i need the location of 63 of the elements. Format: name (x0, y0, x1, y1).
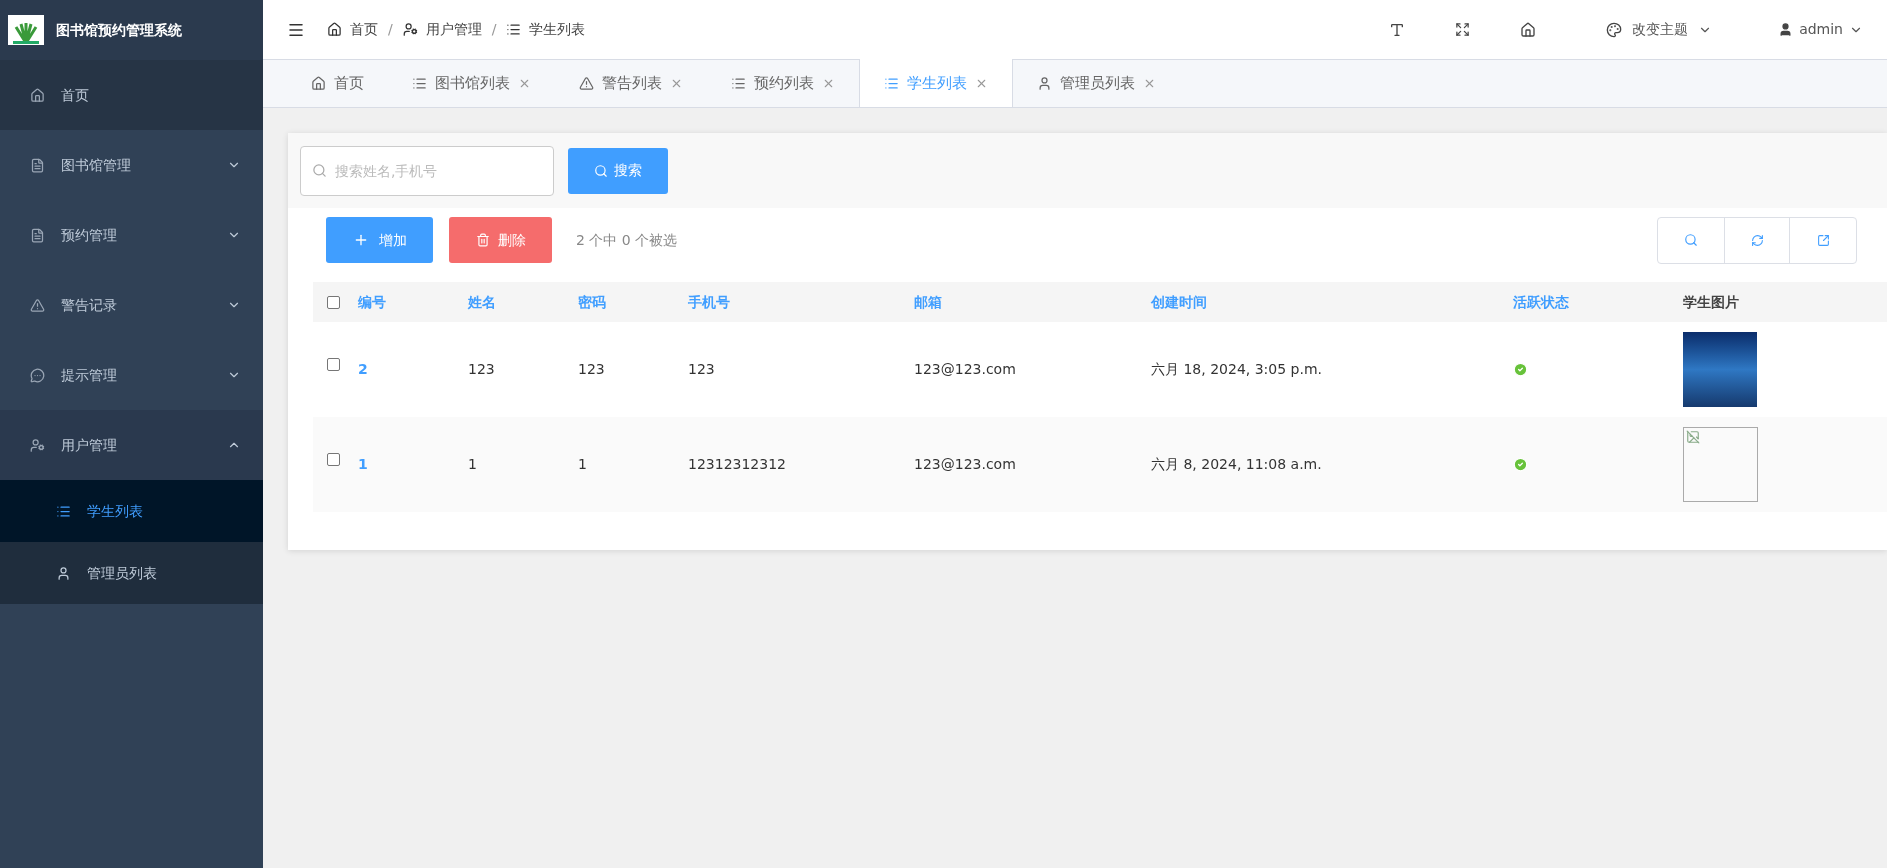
checkbox[interactable] (327, 358, 340, 371)
table-cell-text: 1 (578, 455, 588, 474)
search-icon (312, 162, 327, 178)
user-dropdown[interactable]: admin (1778, 19, 1863, 40)
sidebar-item[interactable]: 警告记录 (0, 270, 263, 340)
user-icon (56, 565, 71, 581)
table-cell-text: 六月 18, 2024, 3:05 p.m. (1151, 360, 1323, 379)
submenu-item[interactable]: 管理员列表 (0, 542, 263, 604)
breadcrumb-separator: / (491, 20, 497, 39)
breadcrumb-item: 学生列表 (506, 19, 586, 40)
tab[interactable]: 预约列表 (707, 59, 859, 107)
trash-icon (475, 233, 490, 247)
text-size-icon[interactable] (1389, 21, 1406, 38)
fullscreen-icon[interactable] (1455, 22, 1471, 37)
sidebar-item[interactable]: 用户管理 (0, 410, 263, 480)
home-icon (30, 87, 45, 103)
checkbox[interactable] (327, 295, 340, 309)
tab[interactable]: 警告列表 (555, 59, 707, 107)
sidebar-item[interactable]: 预约管理 (0, 200, 263, 270)
breadcrumb-item[interactable]: 用户管理 (402, 19, 482, 40)
breadcrumb-item[interactable]: 首页 (327, 19, 378, 40)
list-icon (731, 75, 746, 91)
home-icon[interactable] (1520, 21, 1537, 38)
table-cell-text: 123@123.com (914, 455, 1017, 474)
list-icon (412, 75, 427, 91)
delete-button[interactable]: 删除 (449, 217, 552, 263)
chat-icon (30, 367, 45, 383)
table-cell-text: 六月 8, 2024, 11:08 a.m. (1151, 455, 1323, 474)
theme-dropdown[interactable]: 改变主题 (1606, 19, 1713, 40)
list-icon (506, 22, 522, 37)
palette-icon (1606, 21, 1623, 38)
home-icon (327, 22, 342, 37)
table-cell-text: 123@123.com (914, 360, 1017, 379)
search-field[interactable]: 搜索姓名,手机号 (300, 145, 554, 196)
tab[interactable]: 管理员列表 (1013, 59, 1180, 107)
table-cell-text: 123 (468, 360, 496, 379)
tab[interactable]: 图书馆列表 (388, 59, 555, 107)
sidebar-item[interactable]: 提示管理 (0, 340, 263, 410)
home-icon (311, 75, 326, 91)
table-cell-text: 12312312312 (688, 455, 787, 474)
user-icon (1037, 75, 1052, 91)
checkbox[interactable] (327, 453, 340, 466)
tab[interactable]: 首页 (287, 59, 388, 107)
breadcrumb-separator: / (388, 20, 393, 39)
warning-icon (30, 297, 45, 313)
column-header: 学生图片 (1683, 292, 1740, 312)
warning-icon (579, 75, 594, 91)
table-cell-text: 123 (688, 360, 716, 379)
selection-count: 2 个中 0 个被选 (576, 230, 678, 250)
sidebar-item[interactable]: 图书馆管理 (0, 130, 263, 200)
table-cell-text: 123 (578, 360, 606, 379)
app-title: 图书馆预约管理系统 (56, 20, 182, 40)
sidebar-item[interactable]: 首页 (0, 60, 263, 130)
document-icon (30, 157, 45, 173)
search-icon (594, 163, 608, 178)
logo-icon (8, 15, 44, 45)
document-icon (30, 227, 45, 243)
user-icon (1778, 22, 1794, 37)
submenu-item[interactable]: 学生列表 (0, 480, 263, 542)
list-icon (56, 503, 71, 519)
table-cell-text: 1 (468, 455, 478, 474)
tab[interactable]: 学生列表 (859, 59, 1013, 107)
list-icon (884, 75, 899, 91)
